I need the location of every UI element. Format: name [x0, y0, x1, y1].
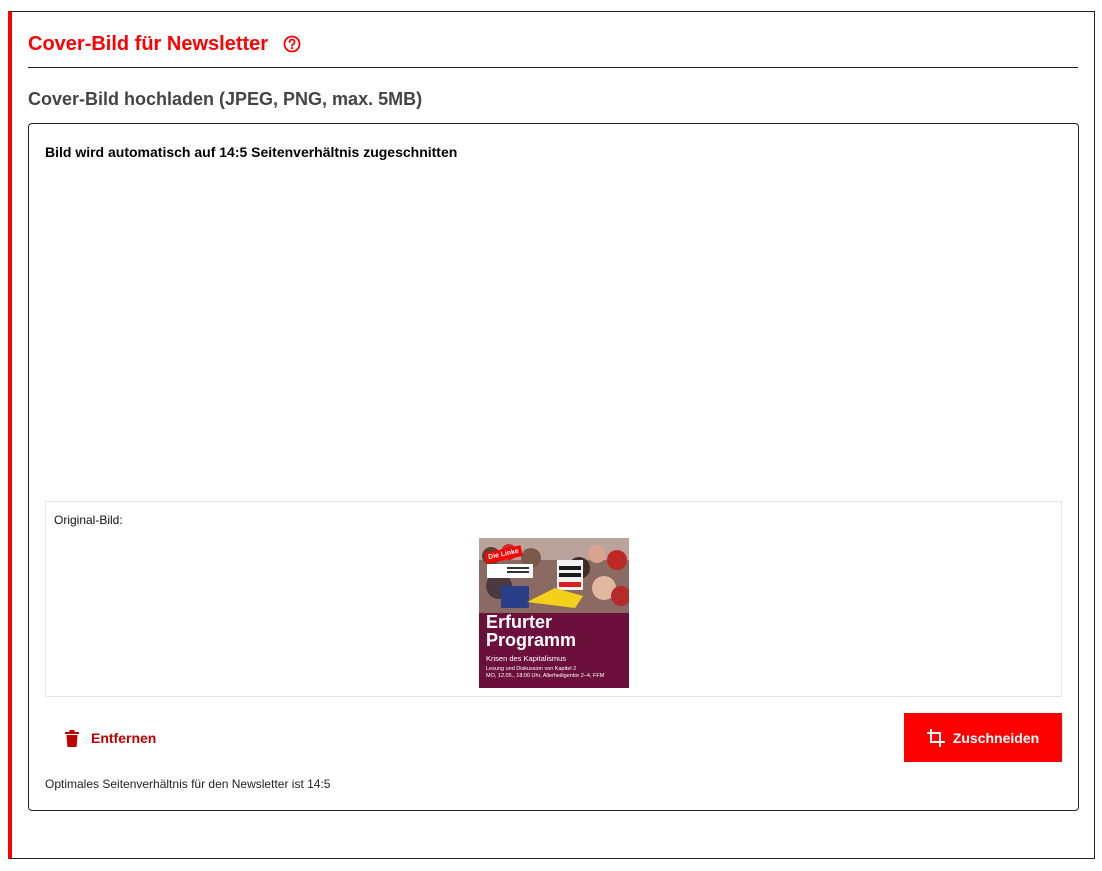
- thumbnail-detail-line1: Lesung und Diskussion von Kapitel 2: [486, 666, 577, 672]
- crop-icon: [926, 728, 945, 747]
- crop-button[interactable]: Zuschneiden: [904, 713, 1062, 762]
- image-upload-box: Bild wird automatisch auf 14:5 Seitenver…: [28, 123, 1079, 811]
- thumbnail-title-line2: Programm: [486, 630, 577, 650]
- cover-image-panel: Cover-Bild für Newsletter Cover-Bild hoc…: [8, 11, 1095, 859]
- crop-button-label: Zuschneiden: [952, 729, 1040, 746]
- thumbnail-subtitle: Krisen des Kapitalismus: [486, 654, 567, 663]
- crop-note: Bild wird automatisch auf 14:5 Seitenver…: [45, 144, 458, 160]
- panel-header: Cover-Bild für Newsletter: [28, 32, 1078, 68]
- aspect-ratio-hint: Optimales Seitenverhältnis für den Newsl…: [45, 777, 331, 791]
- panel-title: Cover-Bild für Newsletter: [28, 33, 269, 55]
- help-circle-icon[interactable]: [282, 34, 302, 54]
- original-image-section: Original-Bild: Die Linke Erfurter Progra…: [45, 501, 1062, 697]
- thumbnail-detail-line2: MO, 12.05., 18:00 Uhr, Allerheiligentor …: [486, 673, 605, 679]
- remove-button[interactable]: Entfernen: [65, 724, 156, 752]
- crop-preview-area[interactable]: [45, 174, 1062, 494]
- remove-button-label: Entfernen: [91, 730, 157, 746]
- original-image-label: Original-Bild:: [54, 513, 123, 527]
- upload-label: Cover-Bild hochladen (JPEG, PNG, max. 5M…: [28, 89, 423, 109]
- thumbnail-title-line1: Erfurter: [486, 612, 553, 632]
- trash-icon: [65, 729, 79, 747]
- original-image-thumbnail: Die Linke Erfurter Programm Krisen des K…: [479, 538, 629, 688]
